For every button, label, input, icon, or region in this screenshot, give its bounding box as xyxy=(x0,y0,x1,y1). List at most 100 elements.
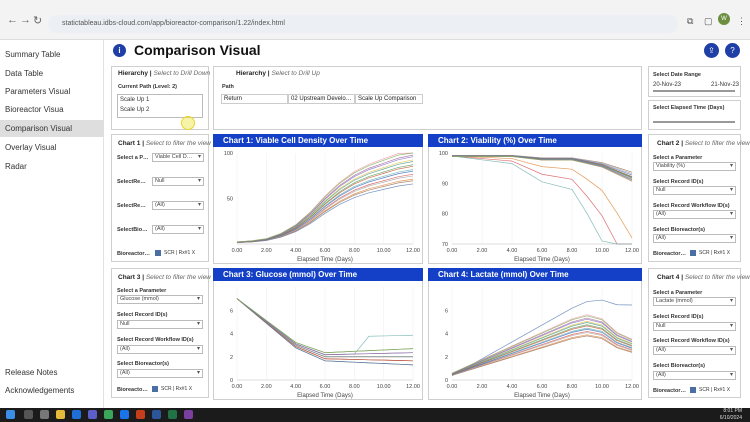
legend-entry: SCR | Rx#1 X xyxy=(699,387,731,393)
bioreactor-label: Select Bioreactor(s) xyxy=(117,361,169,367)
chart2-filter-title: Chart 2 | Select to filter the view xyxy=(657,140,750,147)
hierarchy-title: Hierarchy | Select to Drill Down xyxy=(118,70,211,77)
app-icon[interactable] xyxy=(184,410,193,419)
bioreactor-dropdown[interactable]: (All) xyxy=(152,225,204,234)
hierarchy-up-title: Hierarchy | Select to Drill Up xyxy=(236,70,320,77)
x-tick-label: 6.00 xyxy=(537,384,548,390)
sidebar-item-acknowledgements[interactable]: Acknowledgements xyxy=(0,382,104,399)
y-tick-label: 2 xyxy=(445,355,448,361)
x-tick-label: 6.00 xyxy=(537,248,548,254)
sidebar-item-bioreactor-visual[interactable]: Bioreactor Visua xyxy=(0,101,104,118)
search-icon[interactable] xyxy=(24,410,33,419)
sidebar-icon[interactable]: ▢ xyxy=(704,16,713,27)
bioreactor-dropdown[interactable]: (All) xyxy=(117,369,203,378)
record-id-dropdown[interactable]: Null xyxy=(152,177,204,186)
excel-icon[interactable] xyxy=(168,410,177,419)
x-tick-label: 2.00 xyxy=(477,248,488,254)
reload-icon[interactable]: ↻ xyxy=(33,14,42,27)
forward-icon[interactable]: → xyxy=(20,14,31,26)
info-icon[interactable]: i xyxy=(113,44,126,57)
start-icon[interactable] xyxy=(6,410,15,419)
cursor-highlight xyxy=(181,116,195,130)
path-cell-return[interactable]: Return xyxy=(221,94,288,104)
powerpoint-icon[interactable] xyxy=(136,410,145,419)
legend-swatch xyxy=(155,250,161,256)
hierarchy-item[interactable]: Scale Up 2 xyxy=(120,107,149,113)
bioreactor-dropdown[interactable]: (All) xyxy=(653,371,736,380)
sidebar-item-radar[interactable]: Radar xyxy=(0,158,104,175)
chart4-plot[interactable]: 0.00 2.00 4.00 6.00 8.00 10.00 12.00 0 2 4 6 Elapse… xyxy=(428,281,642,400)
param-dropdown[interactable]: Viable Cell D… xyxy=(152,153,204,162)
sidebar-item-comparison-visual[interactable]: Comparison Visual xyxy=(0,120,104,137)
record-id-dropdown[interactable]: Null xyxy=(653,186,736,195)
sidebar-item-overlay-visual[interactable]: Overlay Visual xyxy=(0,139,104,156)
sidebar: Summary Table Data Table Parameters Visu… xyxy=(0,40,104,408)
y-tick-label: 70 xyxy=(442,242,448,248)
x-tick-label: 10.00 xyxy=(595,248,609,254)
date-range-start[interactable]: 20-Nov-23 xyxy=(653,82,681,88)
task-view-icon[interactable] xyxy=(40,410,49,419)
workflow-id-dropdown[interactable]: (All) xyxy=(117,345,203,354)
param-dropdown[interactable]: Lactate (mmol) xyxy=(653,297,736,306)
record-id-label: SelectRe… xyxy=(117,179,146,185)
param-dropdown[interactable]: Viability (%) xyxy=(653,162,736,171)
record-id-label: Select Record ID(s) xyxy=(653,314,704,320)
x-axis-label: Elapsed Time (Days) xyxy=(514,257,570,263)
extension-icon[interactable]: ⧉ xyxy=(687,16,693,27)
y-tick-label: 80 xyxy=(442,212,448,218)
bioreactor-dropdown[interactable]: (All) xyxy=(653,234,736,243)
edge-icon[interactable] xyxy=(120,410,129,419)
workflow-id-dropdown[interactable]: (All) xyxy=(653,346,736,355)
chart3-plot[interactable]: 0.00 2.00 4.00 6.00 8.00 10.00 12.00 0 2 4 6 Elapse… xyxy=(213,281,423,400)
sidebar-item-parameters-visual[interactable]: Parameters Visual xyxy=(0,83,104,100)
y-tick-label: 0 xyxy=(230,378,233,384)
x-tick-label: 2.00 xyxy=(261,384,272,390)
workflow-id-label: SelectRe… xyxy=(117,203,146,209)
workflow-id-dropdown[interactable]: (All) xyxy=(152,201,204,210)
workflow-id-dropdown[interactable]: (All) xyxy=(653,210,736,219)
x-axis-label: Elapsed Time (Days) xyxy=(514,393,570,399)
y-tick-label: 0 xyxy=(445,378,448,384)
explorer-icon[interactable] xyxy=(56,410,65,419)
chrome-icon[interactable] xyxy=(104,410,113,419)
x-tick-label: 2.00 xyxy=(261,248,272,254)
workflow-id-label: Select Record Workflow ID(s) xyxy=(653,338,730,344)
elapsed-time-slider[interactable] xyxy=(653,121,735,123)
date-range-end[interactable]: 21-Nov-23 xyxy=(711,82,739,88)
address-bar[interactable]: statictableau.idbs-cloud.com/app/bioreac… xyxy=(48,15,678,33)
workflow-id-label: Select Record Workflow ID(s) xyxy=(653,203,730,209)
x-tick-label: 10.00 xyxy=(377,248,391,254)
hierarchy-item[interactable]: Scale Up 1 xyxy=(120,97,149,103)
record-id-label: Select Record ID(s) xyxy=(117,312,168,318)
bioreactor-legend-label: Bioreactor… xyxy=(117,251,151,257)
outlook-icon[interactable] xyxy=(72,410,81,419)
chart1-plot[interactable]: 0.00 2.00 4.00 6.00 8.00 10.00 12.00 50 100 Elaps… xyxy=(213,147,423,264)
path-cell-upstream[interactable]: 02 Upstream Develo… xyxy=(288,94,355,104)
y-tick-label: 6 xyxy=(445,308,448,314)
back-icon[interactable]: ← xyxy=(7,14,18,26)
y-tick-label: 2 xyxy=(230,355,233,361)
sidebar-item-summary-table[interactable]: Summary Table xyxy=(0,46,104,63)
export-icon[interactable]: ⇪ xyxy=(704,43,719,58)
teams-icon[interactable] xyxy=(88,410,97,419)
profile-avatar[interactable]: W xyxy=(718,13,730,25)
chart2-plot[interactable]: 0.00 2.00 4.00 6.00 8.00 10.00 12.00 100 90 80 70 E… xyxy=(428,147,642,264)
legend-swatch xyxy=(152,386,158,392)
record-id-dropdown[interactable]: Null xyxy=(117,320,203,329)
help-icon[interactable]: ? xyxy=(725,43,740,58)
path-label: Path xyxy=(222,84,234,90)
param-dropdown[interactable]: Glucose (mmol) xyxy=(117,295,203,304)
sidebar-item-release-notes[interactable]: Release Notes xyxy=(0,364,104,381)
param-select-label: Select a Parameter xyxy=(653,155,703,161)
record-id-dropdown[interactable]: Null xyxy=(653,322,736,331)
y-tick-label: 100 xyxy=(224,151,233,157)
date-range-slider[interactable] xyxy=(653,90,735,92)
sidebar-item-data-table[interactable]: Data Table xyxy=(0,65,104,82)
browser-menu-icon[interactable]: ⋮ xyxy=(737,16,746,27)
word-icon[interactable] xyxy=(152,410,161,419)
bioreactor-label: Select Bioreactor(s) xyxy=(653,363,705,369)
bioreactor-legend-label: Bioreactor… xyxy=(653,251,687,257)
path-cell-scale-up[interactable]: Scale Up Comparison xyxy=(355,94,423,104)
x-tick-label: 6.00 xyxy=(320,384,331,390)
chart2-title: Chart 2: Viability (%) Over Time xyxy=(428,134,642,147)
